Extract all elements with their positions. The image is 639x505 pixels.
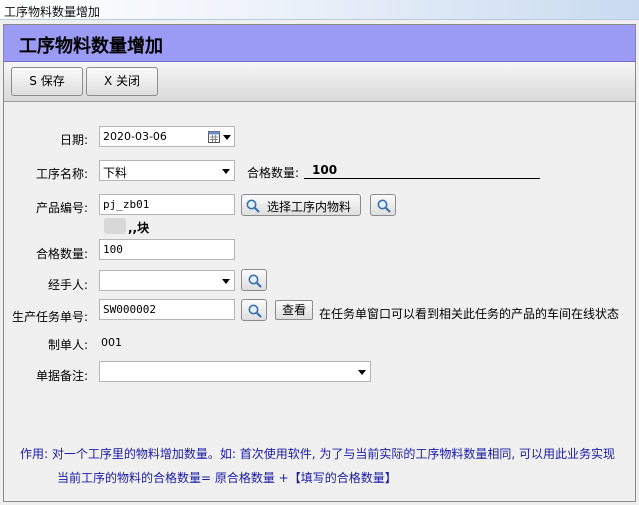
chevron-down-icon[interactable] (222, 169, 230, 174)
handler-label: 经手人: (47, 278, 88, 292)
search-icon (246, 199, 260, 213)
qualified-qty-current: 100 (312, 163, 338, 177)
page-title: 工序物料数量增加 (19, 36, 163, 57)
help-text-line2: 当前工序的物料的合格数量= 原合格数量 +【填写的合格数量】 (57, 471, 397, 485)
toolbar: S 保存 X 关闭 (4, 62, 635, 102)
product-input[interactable]: pj_zb01 (99, 194, 235, 215)
date-picker[interactable]: 2020-03-06 (99, 126, 235, 147)
view-button[interactable]: 查看 (275, 300, 313, 320)
search-icon (377, 199, 391, 213)
product-unit-swatch (104, 218, 126, 234)
remark-label: 单据备注: (35, 369, 88, 383)
remark-select[interactable] (99, 361, 371, 382)
form-content: 日期: 2020-03-06 工序名称: 下料 合格数量: 100 产品编号: … (4, 103, 635, 501)
process-select[interactable]: 下料 (99, 160, 235, 181)
task-search-button[interactable] (241, 299, 267, 321)
close-button[interactable]: X 关闭 (86, 67, 158, 96)
search-icon (248, 274, 262, 288)
task-label: 生产任务单号: (11, 310, 88, 324)
product-unit: ,,块 (128, 221, 150, 235)
form-frame: 工序物料数量增加 S 保存 X 关闭 日期: 2020-03-06 工序名称: … (3, 24, 636, 502)
calendar-icon[interactable] (208, 130, 220, 143)
window-title: 工序物料数量增加 (4, 5, 101, 19)
qualified-qty-caption: 合格数量: (247, 166, 300, 180)
task-input[interactable]: SW000002 (99, 299, 235, 320)
window-titlebar: 工序物料数量增加 (0, 0, 639, 20)
maker-label: 制单人: (47, 338, 88, 352)
process-value: 下料 (103, 166, 128, 180)
help-text-line1: 作用: 对一个工序里的物料增加数量。如: 首次使用软件, 为了与当前实际的工序物… (20, 447, 615, 461)
select-material-button[interactable]: 选择工序内物料 (241, 194, 361, 216)
date-value: 2020-03-06 (103, 130, 167, 143)
product-search-button[interactable] (370, 194, 396, 216)
handler-search-button[interactable] (241, 269, 267, 291)
date-label: 日期: (59, 133, 88, 147)
save-button[interactable]: S 保存 (11, 67, 83, 96)
chevron-down-icon[interactable] (222, 279, 230, 284)
qty-input[interactable]: 100 (99, 239, 235, 260)
qty-underline (304, 178, 540, 179)
qty-label: 合格数量: (35, 247, 88, 261)
product-label: 产品编号: (35, 201, 88, 215)
select-material-label: 选择工序内物料 (267, 200, 352, 214)
process-label: 工序名称: (35, 167, 88, 181)
chevron-down-icon[interactable] (223, 135, 231, 140)
task-hint: 在任务单窗口可以看到相关此任务的产品的车间在线状态 (319, 307, 620, 321)
search-icon (248, 304, 262, 318)
chevron-down-icon[interactable] (358, 370, 366, 375)
handler-select[interactable] (99, 270, 235, 291)
form-header: 工序物料数量增加 (4, 25, 635, 62)
maker-value: 001 (101, 336, 122, 349)
